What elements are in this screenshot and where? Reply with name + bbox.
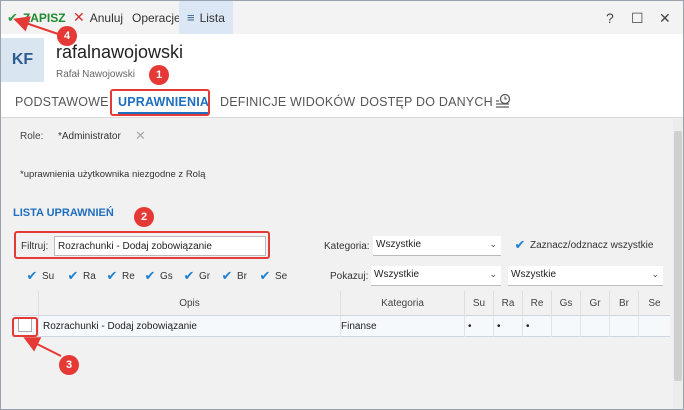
callout-badge-4: 4 [57,26,77,46]
callout-badge-3: 3 [59,355,79,375]
annotation-arrows [13,16,62,357]
app-window: ✔ ZAPISZ ✕ Anuluj Operacje ≡ Lista ? ☐ ✕… [0,0,684,410]
callout-badge-1: 1 [149,65,169,85]
arrow-to-checkbox [23,337,62,357]
arrow-to-save [13,16,62,36]
callout-badge-2: 2 [134,207,154,227]
